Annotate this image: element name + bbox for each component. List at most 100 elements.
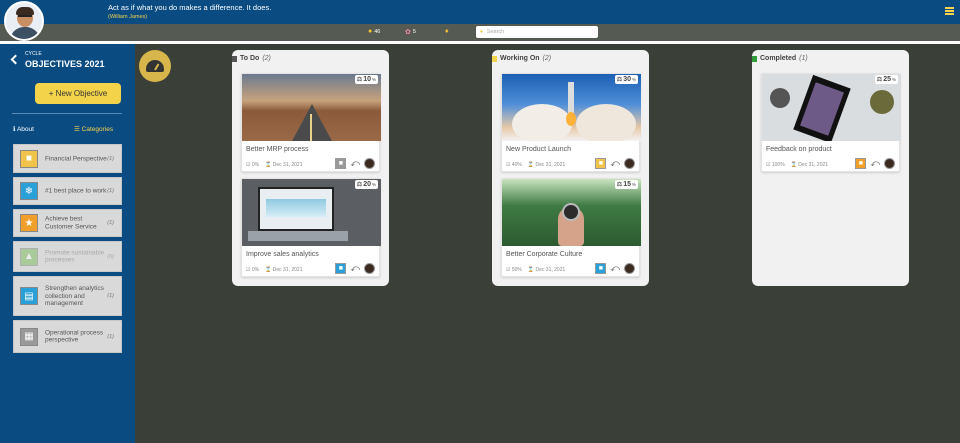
owner-avatar[interactable] xyxy=(364,263,375,274)
categories-label: Categories xyxy=(81,126,114,133)
weight-unit: % xyxy=(371,77,376,82)
categories-tab[interactable]: ☰ Categories xyxy=(74,125,113,133)
category-label: #1 best place to work xyxy=(45,187,107,195)
column-title: Working On xyxy=(500,55,540,62)
card-actions: ■ ⤺ xyxy=(855,158,895,169)
category-badge-icon: ■ xyxy=(595,263,607,274)
category-count: (1) xyxy=(107,220,114,226)
owner-avatar[interactable] xyxy=(364,158,375,169)
search-placeholder: Search xyxy=(486,29,505,35)
card-title[interactable]: Better Corporate Culture xyxy=(506,251,582,258)
card-image xyxy=(502,74,641,141)
checkbox-icon: ☑ xyxy=(246,162,251,168)
due-date: ⌛ Dec 31, 2021 xyxy=(527,267,566,273)
share-icon[interactable]: ⤺ xyxy=(350,158,360,169)
column-count: (2) xyxy=(542,55,552,62)
weight-value: 20 xyxy=(363,181,371,188)
menu-icon[interactable] xyxy=(945,7,954,15)
category-item[interactable]: ★ Achieve best Customer Service (1) xyxy=(13,209,122,237)
weight-unit: % xyxy=(631,182,636,187)
column-count: (1) xyxy=(799,55,808,62)
category-icon: ▦ xyxy=(20,327,38,346)
category-item[interactable]: ■ Financial Perspective (1) xyxy=(13,144,122,173)
list-icon: ☰ xyxy=(74,126,80,133)
card-meta: ☑ 100% ⌛ Dec 31, 2021 xyxy=(766,162,828,168)
card-meta: ☑ 50% ⌛ Dec 31, 2021 xyxy=(506,267,565,273)
about-label: About xyxy=(16,126,34,133)
column-color-marker xyxy=(232,55,237,62)
weight-icon: ⚖ xyxy=(356,77,363,83)
card-title[interactable]: Better MRP process xyxy=(246,146,309,153)
category-list: ■ Financial Perspective (1) ❄ #1 best place … xyxy=(13,144,122,357)
owner-avatar[interactable] xyxy=(624,263,635,274)
card-actions: ■ ⤺ xyxy=(595,263,635,274)
share-icon[interactable]: ⤺ xyxy=(870,158,880,169)
card-actions: ■ ⤺ xyxy=(335,158,375,169)
share-icon[interactable]: ⤺ xyxy=(610,158,620,169)
hourglass-icon: ⌛ xyxy=(265,267,272,273)
card-title[interactable]: Feedback on product xyxy=(766,146,832,153)
about-tab[interactable]: ℹ About xyxy=(13,125,34,133)
weight-icon: ⚖ xyxy=(356,182,363,188)
card-image xyxy=(242,179,381,246)
hourglass-icon: ⌛ xyxy=(527,267,535,273)
owner-avatar[interactable] xyxy=(884,158,895,169)
kanban-column: Working On (2) ⚖ 30% New Product Launch ☑ 40%… xyxy=(492,50,649,286)
objective-card[interactable]: ⚖ 25% Feedback on product ☑ 100% ⌛ Dec 31, 2… xyxy=(761,73,901,172)
sidebar-divider xyxy=(12,113,122,114)
coins-stat[interactable]: ● 46 xyxy=(368,28,380,35)
category-badge-icon: ■ xyxy=(595,158,607,169)
due-date: ⌛ Dec 31, 2021 xyxy=(265,267,303,273)
category-item[interactable]: ▤ Strengthen analytics collection and man… xyxy=(13,276,122,316)
gauge-icon xyxy=(146,60,164,72)
share-icon[interactable]: ⤺ xyxy=(610,263,620,274)
checkbox-icon: ☑ xyxy=(246,267,251,273)
category-icon: ■ xyxy=(20,149,38,168)
objective-card[interactable]: ⚖ 20% Improve sales analytics ☑ 0% ⌛ Dec 31,… xyxy=(241,178,381,277)
share-icon[interactable]: ⤺ xyxy=(350,263,360,274)
rewards-stat[interactable]: ✿ 5 xyxy=(405,28,416,36)
category-count: (1) xyxy=(107,333,114,340)
column-color-marker xyxy=(752,55,757,62)
avatar[interactable] xyxy=(4,1,44,41)
column-header: To Do (2) xyxy=(232,55,271,62)
back-icon[interactable] xyxy=(10,54,21,65)
column-header: Completed (1) xyxy=(752,55,808,62)
category-item[interactable]: ▲ Promote sustainable processes (0) xyxy=(13,241,122,272)
weight-icon: ⚖ xyxy=(616,77,623,83)
weight-badge: ⚖ 20% xyxy=(354,180,378,189)
new-objective-button[interactable]: + New Objective xyxy=(35,83,121,104)
header-user-name: (William James) xyxy=(108,14,148,20)
sidebar: CYCLE OBJECTIVES 2021 + New Objective ℹ … xyxy=(0,44,135,443)
cycle-title: OBJECTIVES 2021 xyxy=(25,59,105,69)
card-meta: ☑ 0% ⌛ Dec 31, 2021 xyxy=(246,267,302,273)
column-title: To Do xyxy=(240,55,260,62)
notifications-button[interactable]: ♦ xyxy=(445,28,449,35)
category-item[interactable]: ❄ #1 best place to work (1) xyxy=(13,177,122,205)
dashboard-button[interactable] xyxy=(139,50,171,82)
category-label: Operational process perspective xyxy=(45,329,104,344)
objective-card[interactable]: ⚖ 10% Better MRP process ☑ 0% ⌛ Dec 31, 2021… xyxy=(241,73,381,172)
card-title[interactable]: Improve sales analytics xyxy=(246,251,319,258)
objective-card[interactable]: ⚖ 30% New Product Launch ☑ 40% ⌛ Dec 31, 202… xyxy=(501,73,641,172)
card-actions: ■ ⤺ xyxy=(335,263,375,274)
coins-icon: ● xyxy=(368,28,373,35)
card-image xyxy=(762,74,901,141)
category-count: (1) xyxy=(107,293,114,299)
hourglass-icon: ⌛ xyxy=(265,162,272,168)
search-input[interactable]: ♦ Search xyxy=(476,26,598,38)
objective-card[interactable]: ⚖ 15% Better Corporate Culture ☑ 50% ⌛ Dec 3… xyxy=(501,178,641,277)
weight-unit: % xyxy=(891,77,896,82)
weight-value: 25 xyxy=(883,76,891,83)
category-count: (1) xyxy=(107,188,114,194)
column-title: Completed xyxy=(760,55,797,62)
category-item[interactable]: ▦ Operational process perspective (1) xyxy=(13,320,122,353)
bell-icon: ♦ xyxy=(445,28,449,35)
weight-badge: ⚖ 25% xyxy=(874,75,898,84)
rewards-icon: ✿ xyxy=(405,29,411,36)
rewards-count: 5 xyxy=(412,29,416,35)
card-title[interactable]: New Product Launch xyxy=(506,146,571,153)
card-image xyxy=(242,74,381,141)
category-badge-icon: ■ xyxy=(855,158,867,169)
owner-avatar[interactable] xyxy=(624,158,635,169)
